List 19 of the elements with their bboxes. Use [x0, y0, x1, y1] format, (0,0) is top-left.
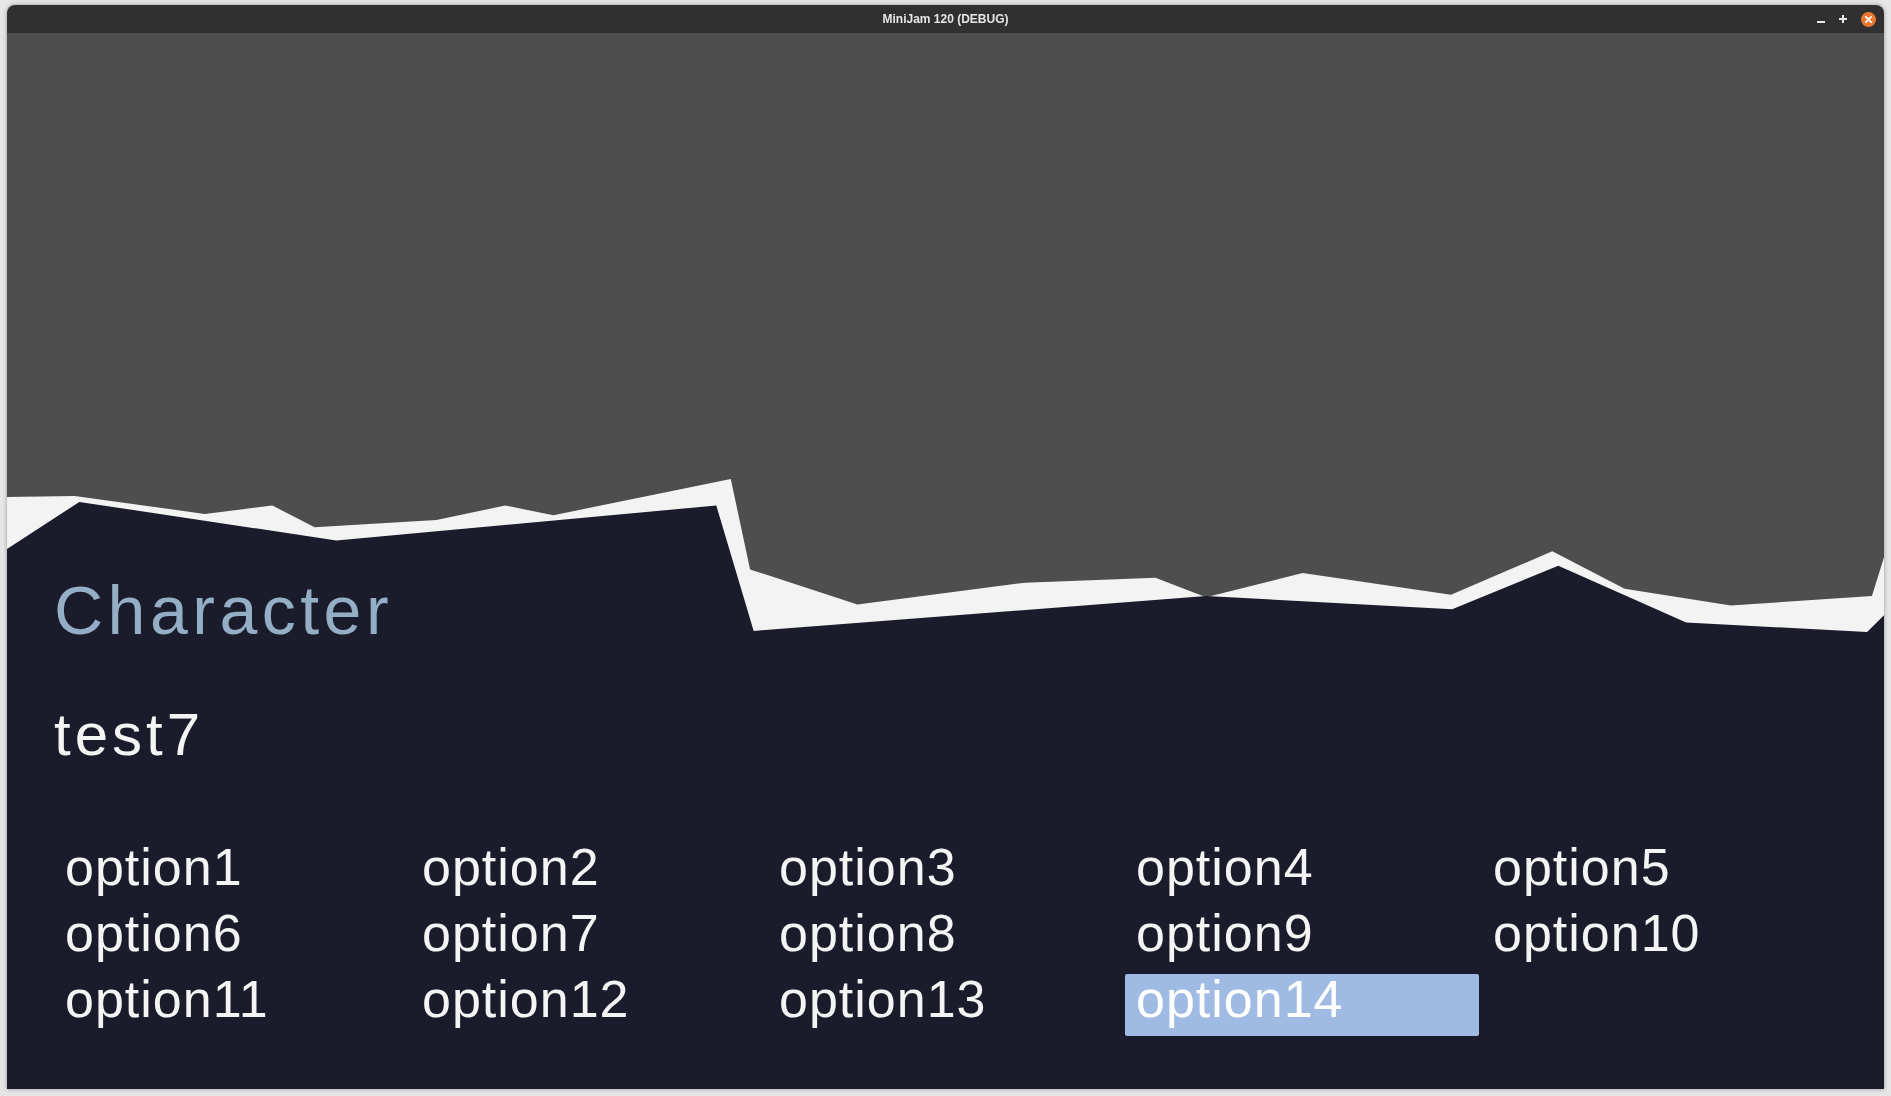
- option-item[interactable]: option2: [411, 842, 765, 904]
- screen-heading: Character: [54, 571, 394, 649]
- minimize-icon[interactable]: [1817, 20, 1825, 23]
- plus-icon[interactable]: [1839, 15, 1847, 23]
- option-item[interactable]: option13: [768, 974, 1122, 1036]
- option-item[interactable]: option6: [54, 908, 408, 970]
- option-item[interactable]: option5: [1482, 842, 1836, 904]
- option-item[interactable]: option4: [1125, 842, 1479, 904]
- option-item[interactable]: option3: [768, 842, 1122, 904]
- option-item[interactable]: option1: [54, 842, 408, 904]
- window-title: MiniJam 120 (DEBUG): [882, 11, 1009, 27]
- option-item[interactable]: option11: [54, 974, 408, 1036]
- close-icon[interactable]: [1861, 11, 1876, 27]
- character-name: test7: [54, 700, 205, 769]
- option-item[interactable]: option7: [411, 908, 765, 970]
- option-item[interactable]: option9: [1125, 908, 1479, 970]
- option-item[interactable]: option12: [411, 974, 765, 1036]
- option-item[interactable]: option10: [1482, 908, 1836, 970]
- option-item[interactable]: option8: [768, 908, 1122, 970]
